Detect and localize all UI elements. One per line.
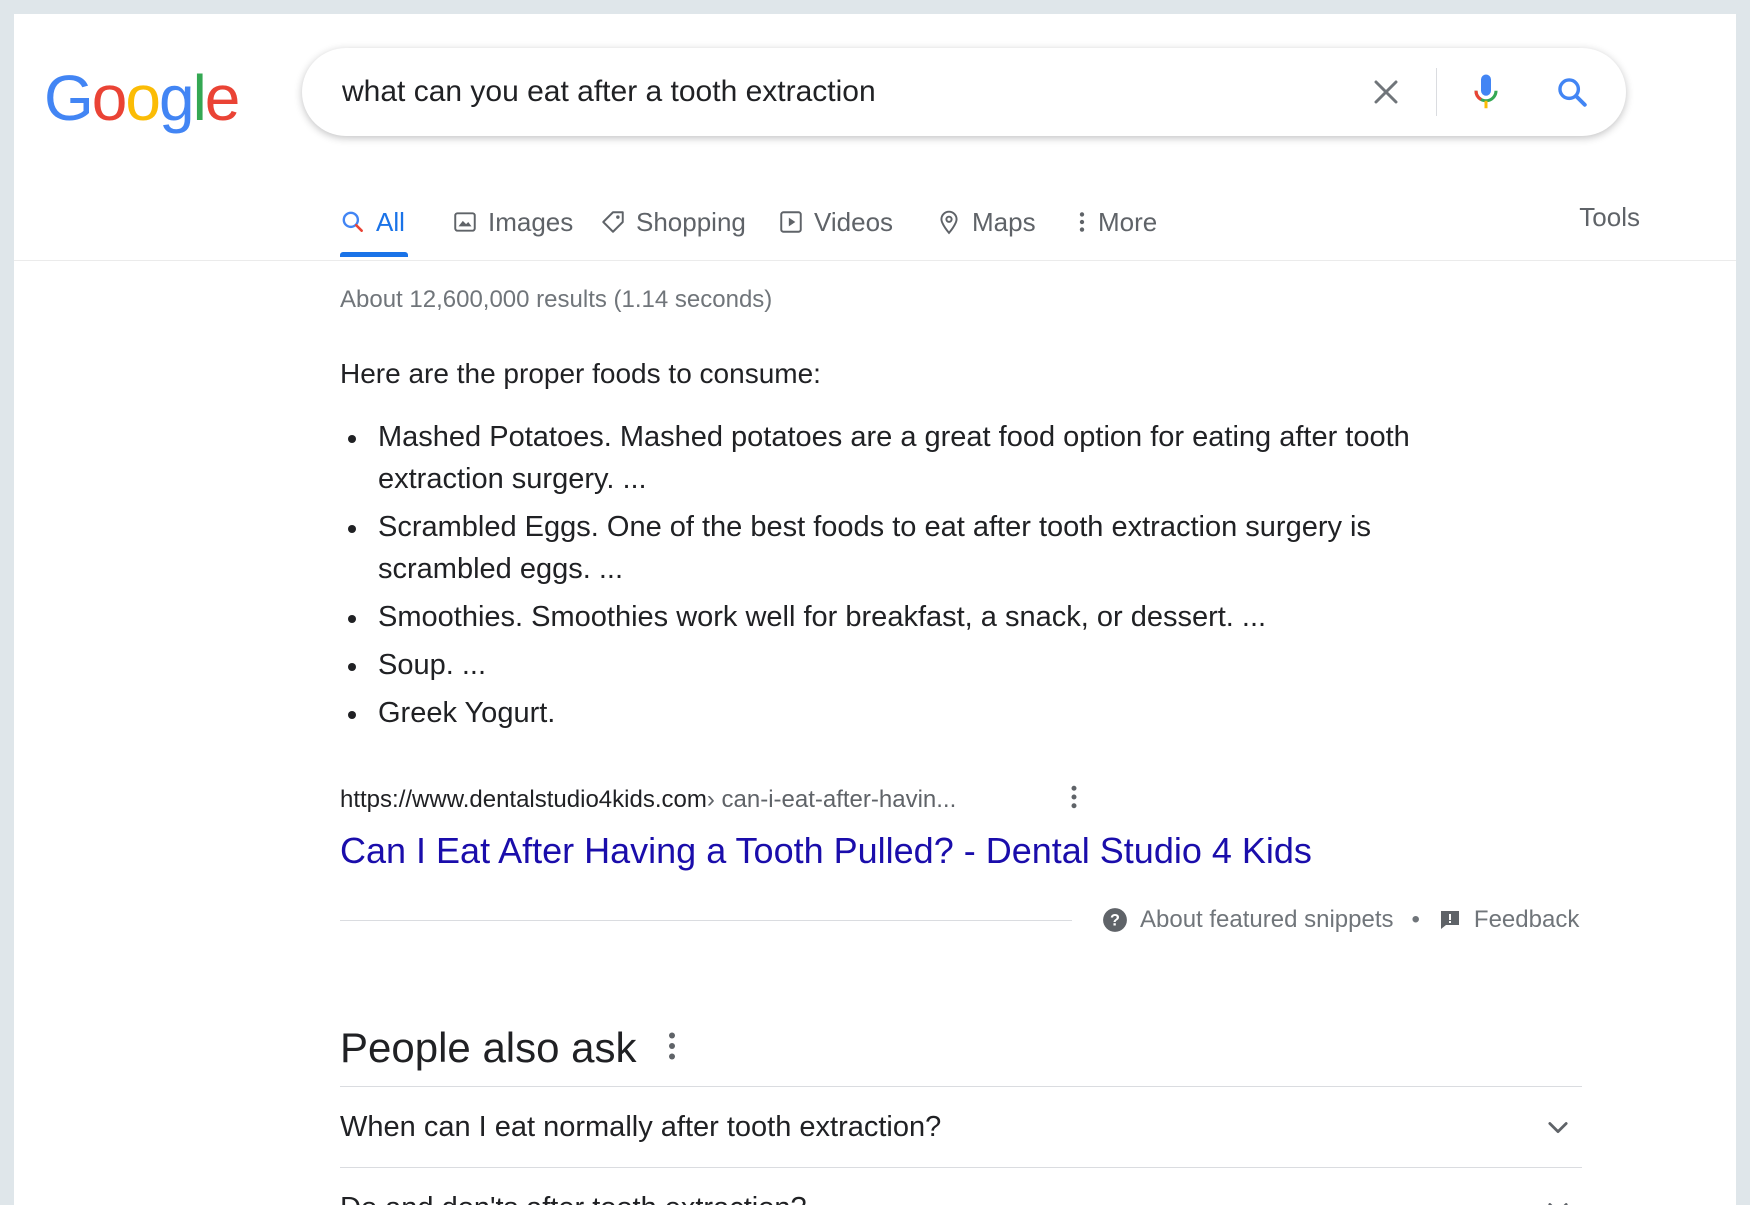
people-also-ask-options-button[interactable]	[662, 1028, 682, 1064]
close-icon	[1374, 80, 1398, 104]
play-icon	[780, 211, 802, 233]
header-divider	[14, 260, 1736, 261]
question-text: When can I eat normally after tooth extr…	[340, 1110, 942, 1143]
magnifier-icon	[1558, 78, 1587, 107]
tools-button[interactable]: Tools	[1579, 202, 1640, 233]
tab-shopping[interactable]: Shopping	[600, 202, 746, 242]
result-stats: About 12,600,000 results (1.14 seconds)	[340, 286, 773, 313]
logo-letter: o	[91, 62, 128, 134]
question-text: Do and don'ts after tooth extraction?	[340, 1192, 807, 1205]
logo-letter: l	[192, 62, 207, 134]
logo-letter: o	[125, 62, 161, 134]
search-box-divider	[1436, 68, 1437, 116]
tab-images[interactable]: Images	[452, 202, 573, 242]
footer-separator: •	[1411, 906, 1420, 933]
tab-label: Videos	[814, 206, 894, 237]
snippet-list: Mashed Potatoes. Mashed potatoes are a g…	[340, 416, 1480, 740]
about-featured-snippets-label: About featured snippets	[1140, 906, 1394, 933]
chevron-down-icon	[1548, 1122, 1568, 1134]
logo-letter: e	[204, 62, 241, 134]
microphone-icon	[1474, 74, 1498, 109]
map-pin-icon	[940, 210, 958, 235]
tab-label: Maps	[972, 206, 1036, 237]
list-item: Mashed Potatoes. Mashed potatoes are a g…	[340, 416, 1480, 500]
tab-videos[interactable]: Videos	[778, 202, 893, 242]
search-input[interactable]	[342, 48, 1342, 136]
list-item: Soup. ...	[340, 644, 1480, 686]
tab-label: All	[376, 206, 405, 237]
result-path: › can-i-eat-after-havin...	[706, 786, 957, 813]
more-vertical-icon	[1079, 212, 1085, 232]
people-also-ask-heading: People also ask	[340, 1024, 637, 1071]
people-also-ask-question[interactable]: When can I eat normally after tooth extr…	[340, 1086, 1582, 1167]
chevron-down-icon	[1548, 1203, 1568, 1205]
tab-label: Shopping	[636, 206, 746, 237]
search-icon	[342, 211, 363, 232]
clear-search-button[interactable]	[1362, 68, 1410, 116]
tag-icon	[602, 211, 624, 233]
search-submit-button[interactable]	[1548, 68, 1596, 116]
result-title-link[interactable]: Can I Eat After Having a Tooth Pulled? -…	[340, 830, 1312, 872]
google-logo[interactable]: Google	[44, 62, 241, 134]
search-results-page: Google what can you eat after a tooth ex…	[14, 14, 1736, 1205]
about-featured-snippets-link[interactable]: ? About featured snippets	[1102, 906, 1394, 934]
more-vertical-icon	[1071, 785, 1077, 809]
more-vertical-icon	[669, 1032, 675, 1060]
tab-more[interactable]: More	[1076, 202, 1157, 242]
svg-text:?: ?	[1110, 911, 1120, 929]
tab-label: Images	[488, 206, 574, 237]
result-url[interactable]: https://www.dentalstudio4kids.com › can-…	[340, 786, 956, 814]
result-options-button[interactable]	[1064, 782, 1084, 812]
logo-letter: G	[44, 62, 94, 134]
people-also-ask-question[interactable]: Do and don'ts after tooth extraction?	[340, 1167, 1582, 1205]
result-domain: https://www.dentalstudio4kids.com	[340, 786, 707, 813]
image-icon	[454, 212, 476, 232]
feedback-link[interactable]: Feedback	[1438, 906, 1579, 934]
list-item: Greek Yogurt.	[340, 692, 1480, 734]
tab-all[interactable]: All	[340, 202, 405, 242]
help-icon: ?	[1103, 908, 1127, 932]
logo-letter: g	[158, 62, 195, 134]
voice-search-button[interactable]	[1462, 68, 1510, 116]
feedback-icon	[1440, 911, 1459, 929]
list-item: Scrambled Eggs. One of the best foods to…	[340, 506, 1480, 590]
snippet-heading: Here are the proper foods to consume:	[340, 358, 821, 389]
tab-maps[interactable]: Maps	[936, 202, 1036, 242]
tab-label: More	[1098, 206, 1158, 237]
search-tabs: All Images Shopping Videos Maps More Too…	[340, 190, 1640, 260]
snippet-divider	[340, 920, 1072, 921]
snippet-footer: ? About featured snippets • Feedback	[1102, 906, 1579, 934]
feedback-label: Feedback	[1473, 906, 1580, 933]
active-tab-indicator	[340, 252, 408, 257]
search-box	[302, 48, 1626, 136]
list-item: Smoothies. Smoothies work well for break…	[340, 596, 1480, 638]
